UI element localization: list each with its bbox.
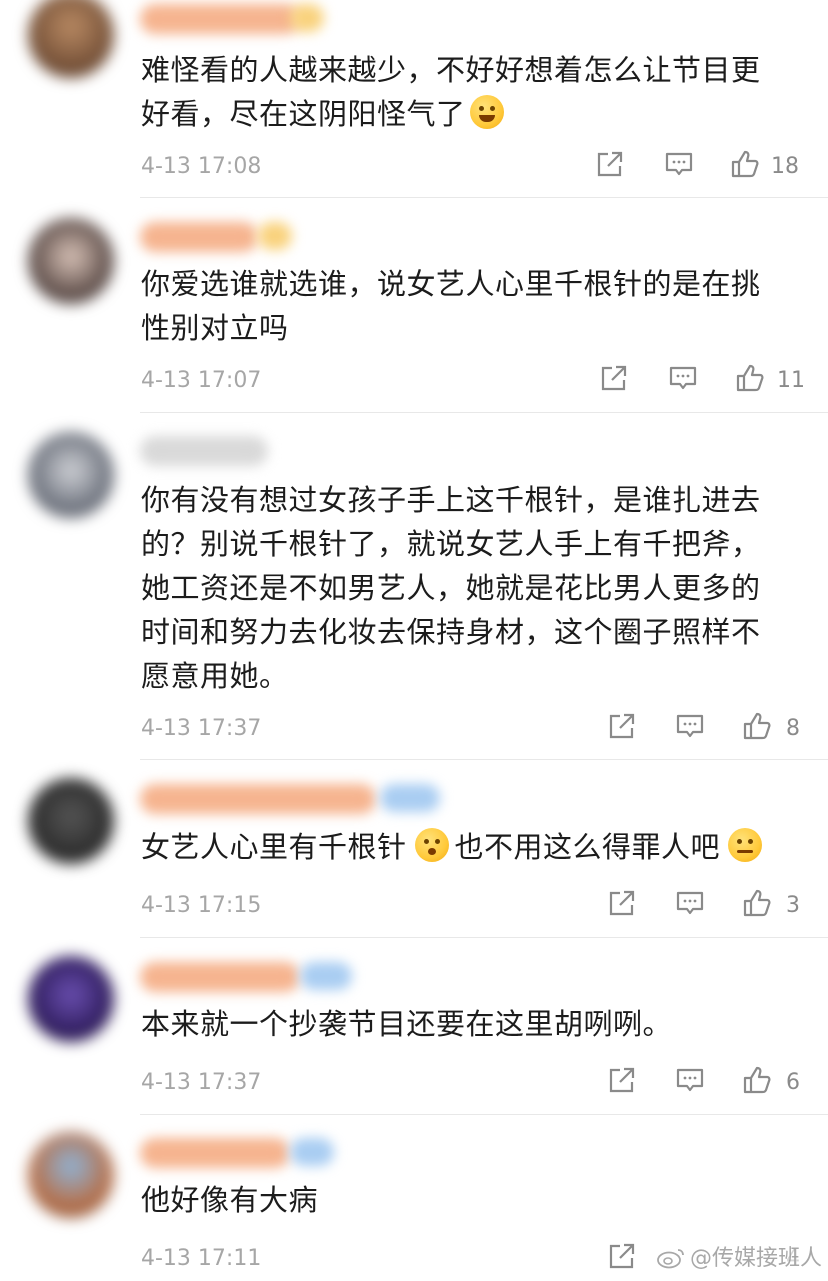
like-icon[interactable] xyxy=(741,1064,773,1096)
share-icon[interactable] xyxy=(598,362,630,394)
avatar[interactable] xyxy=(28,0,114,78)
comment-meta: 4-13 17:37 6 xyxy=(141,1062,800,1102)
like-count: 6 xyxy=(786,1070,800,1095)
vip-badge xyxy=(300,962,352,990)
share-icon[interactable] xyxy=(606,1240,638,1272)
comment-icon[interactable] xyxy=(667,362,699,394)
watermark-text: @传媒接班人 xyxy=(689,1246,822,1271)
username-blurred[interactable] xyxy=(140,222,258,252)
vip-badge xyxy=(290,4,324,32)
comment-icon[interactable] xyxy=(674,710,706,742)
shrugging-emoji xyxy=(728,828,763,862)
avatar[interactable] xyxy=(28,956,114,1042)
comment-meta: 4-13 17:37 8 xyxy=(141,708,800,748)
comment-time: 4-13 17:37 xyxy=(141,1070,262,1095)
username-blurred[interactable] xyxy=(140,962,300,992)
divider xyxy=(140,197,828,198)
share-icon[interactable] xyxy=(606,1064,638,1096)
comment-time: 4-13 17:15 xyxy=(141,893,262,918)
divider xyxy=(140,937,828,938)
share-icon[interactable] xyxy=(606,710,638,742)
comment-icon[interactable] xyxy=(663,148,695,180)
comment-text: 难怪看的人越来越少，不好好想着怎么让节目更 好看，尽在这阴阳怪气了 xyxy=(141,53,761,131)
shushing-face-emoji xyxy=(414,828,449,862)
comment-time: 4-13 17:11 xyxy=(141,1246,262,1271)
comment-time: 4-13 17:37 xyxy=(141,716,262,741)
like-count: 3 xyxy=(786,893,800,918)
vip-badge xyxy=(258,222,292,250)
like-icon[interactable] xyxy=(734,362,766,394)
like-icon[interactable] xyxy=(741,887,773,919)
comment-icon[interactable] xyxy=(674,887,706,919)
like-count: 8 xyxy=(786,716,800,741)
divider xyxy=(140,1114,828,1115)
avatar[interactable] xyxy=(28,432,114,518)
username-blurred[interactable] xyxy=(140,4,300,34)
comment-text: 本来就一个抄袭节目还要在这里胡咧咧。 xyxy=(141,1007,673,1041)
share-icon[interactable] xyxy=(594,148,626,180)
comment-text: 你爱选谁就选谁，说女艺人心里千根针的是在挑 性别对立吗 xyxy=(141,267,761,345)
grinning-sweat-emoji xyxy=(469,95,504,129)
comment-icon[interactable] xyxy=(674,1064,706,1096)
comment-text: 女艺人心里有千根针 也不用这么得罪人吧 xyxy=(141,825,788,869)
username-blurred[interactable] xyxy=(140,436,268,466)
comment-time: 4-13 17:08 xyxy=(141,154,262,179)
weibo-watermark: @传媒接班人 xyxy=(656,1240,822,1272)
comment-time: 4-13 17:07 xyxy=(141,368,262,393)
divider xyxy=(140,759,828,760)
like-count: 11 xyxy=(777,368,805,393)
username-blurred[interactable] xyxy=(140,1138,290,1168)
like-icon[interactable] xyxy=(741,710,773,742)
comment-meta: 4-13 17:08 18 xyxy=(141,146,800,186)
like-count: 18 xyxy=(771,154,799,179)
comment-text: 你有没有想过女孩子手上这千根针，是谁扎进去 的？别说千根针了，就说女艺人手上有千… xyxy=(141,483,761,693)
share-icon[interactable] xyxy=(606,887,638,919)
username-blurred[interactable] xyxy=(140,784,376,814)
like-icon[interactable] xyxy=(729,148,761,180)
avatar[interactable] xyxy=(28,1132,114,1218)
comment-meta: 4-13 17:15 3 xyxy=(141,885,800,925)
divider xyxy=(140,412,828,413)
vip-badge xyxy=(290,1138,334,1166)
weibo-logo-icon xyxy=(657,1249,684,1269)
avatar[interactable] xyxy=(28,218,114,304)
comment-text: 他好像有大病 xyxy=(141,1183,319,1217)
avatar[interactable] xyxy=(28,778,114,864)
vip-badge xyxy=(380,784,440,812)
comment-meta: 4-13 17:07 11 xyxy=(141,360,805,400)
